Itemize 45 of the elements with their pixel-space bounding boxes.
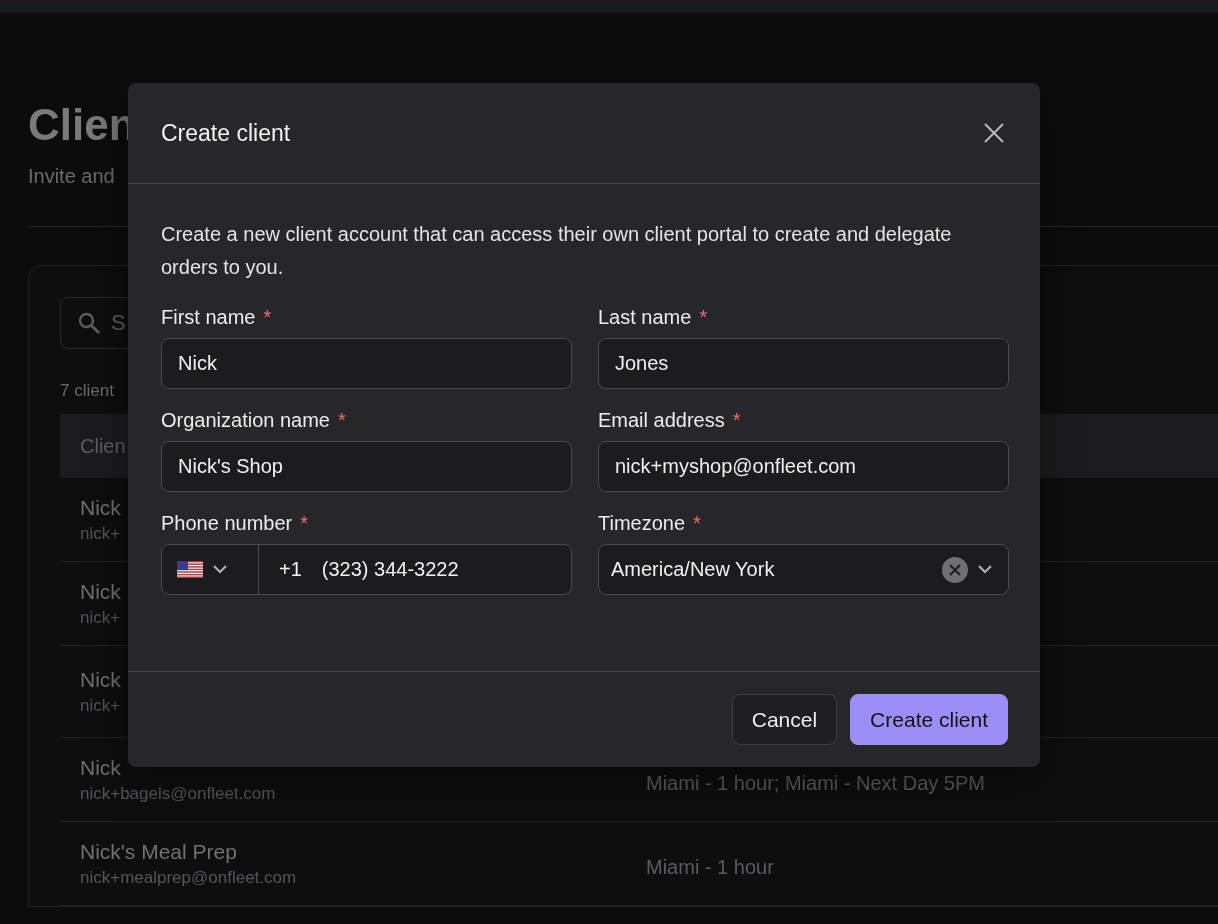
required-mark: *	[693, 512, 701, 535]
country-code: +1	[278, 558, 302, 581]
column-header: Clien	[80, 434, 126, 458]
client-count: 7 client	[60, 381, 114, 401]
dialog-title: Create client	[161, 119, 291, 147]
flag-icon	[177, 560, 203, 579]
chevron-down-icon	[213, 565, 227, 574]
client-name: Nick's Meal Prep	[80, 839, 237, 864]
client-email: nick+bagels@onfleet.com	[80, 783, 276, 804]
client-name: Nick	[80, 495, 121, 520]
text-input[interactable]: Nick's Shop	[161, 441, 572, 492]
text-input[interactable]: nick+myshop@onfleet.com	[598, 441, 1009, 492]
field-label: Last name	[598, 306, 692, 329]
client-name: Nick	[80, 667, 121, 692]
client-name: Nick	[80, 579, 121, 604]
text-input[interactable]: Nick	[161, 338, 572, 389]
field-label: Timezone	[598, 512, 686, 535]
phone-input[interactable]: +1 (323) 344-3222	[161, 544, 572, 595]
field-label: Organization name	[161, 409, 330, 432]
required-mark: *	[300, 512, 308, 535]
phone-value[interactable]: (323) 344-3222	[301, 545, 571, 594]
text-input[interactable]: Jones	[598, 338, 1009, 389]
create-button[interactable]: Create client	[850, 694, 1008, 745]
selected-value[interactable]: America/New York	[599, 545, 942, 594]
service-zones: Miami - 1 hour	[646, 856, 774, 877]
service-zones: Miami - 1 hour; Miami - Next Day 5PM	[646, 772, 985, 793]
required-mark: *	[699, 306, 708, 329]
cancel-button[interactable]: Cancel	[731, 694, 838, 745]
required-mark: *	[732, 409, 741, 432]
client-name: Nick	[80, 755, 121, 780]
timezone-select[interactable]: America/New York	[598, 544, 1009, 595]
search-icon	[77, 311, 101, 335]
page-subtitle: Invite and	[28, 165, 115, 188]
clear-icon[interactable]	[942, 556, 968, 583]
field-label: Email address	[598, 409, 725, 432]
field-label: Phone number	[161, 512, 293, 535]
required-mark: *	[263, 306, 272, 329]
dialog-description: Create a new client account that can access their own client portal to create and delegate orders to you.	[161, 222, 953, 280]
client-email: nick+	[80, 607, 121, 628]
chevron-down-icon	[978, 565, 992, 574]
required-mark: *	[338, 409, 346, 432]
client-email: nick+	[80, 523, 121, 544]
client-email: nick+	[80, 695, 121, 716]
field-label: First name	[161, 306, 256, 329]
client-email: nick+mealprep@onfleet.com	[80, 867, 297, 888]
